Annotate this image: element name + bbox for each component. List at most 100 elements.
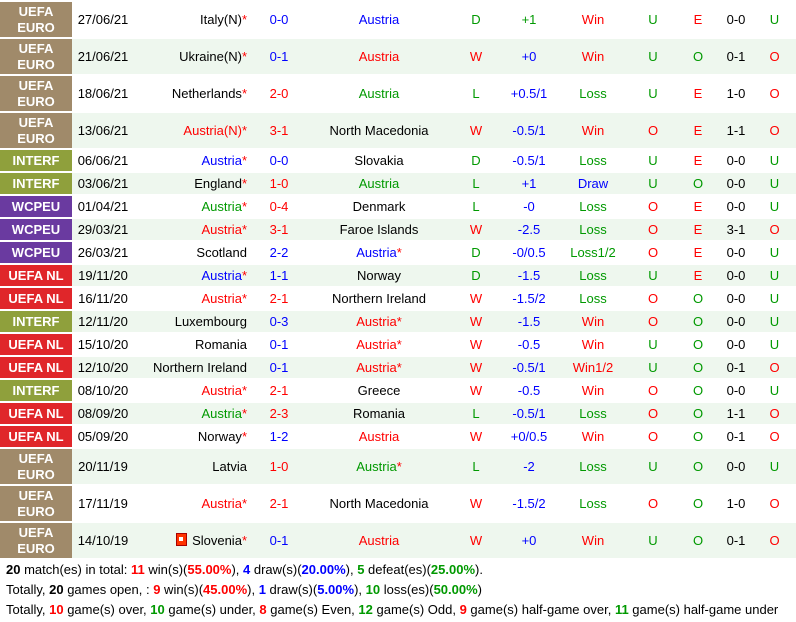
away-team-name: Austria: [356, 314, 397, 329]
over-under-text: O: [647, 314, 659, 329]
over-under: O: [629, 219, 677, 240]
competition-label: INTERF: [12, 175, 60, 191]
half-time-score: 0-1: [719, 426, 753, 447]
odd-even-text: O: [692, 533, 704, 548]
home-team-name: Austria: [201, 222, 242, 237]
match-date: 01/04/21: [72, 196, 134, 217]
half-over-under: O: [753, 486, 796, 521]
competition-label: WCPEU: [11, 244, 61, 260]
competition-badge: UEFA NL: [0, 288, 72, 309]
handicap-result: Loss: [557, 486, 629, 521]
match-date: 21/06/21: [72, 39, 134, 74]
handicap-result-text: Loss: [579, 268, 607, 283]
home-team-name: Latvia: [212, 459, 247, 474]
score-text: 0-1: [269, 337, 289, 352]
full-time-score: 2-1: [251, 486, 307, 521]
away-team: North Macedonia: [307, 113, 451, 148]
home-team: Ukraine(N)*: [134, 39, 251, 74]
half-over-under-text: O: [769, 222, 780, 237]
competition-badge: WCPEU: [0, 219, 72, 240]
match-row: UEFA EURO 14/10/19 Slovenia* 0-1 Austria W +0 W…: [0, 523, 796, 558]
home-team: Austria*: [134, 380, 251, 401]
handicap-result-text: Draw: [577, 176, 609, 191]
away-team-name: North Macedonia: [329, 496, 429, 511]
half-time-text: 0-0: [726, 176, 746, 191]
handicap: -0: [501, 196, 557, 217]
handicap-result: Loss: [557, 196, 629, 217]
away-team-name: Austria: [358, 12, 400, 27]
home-team: Norway*: [134, 426, 251, 447]
half-over-under: O: [753, 403, 796, 424]
half-time-score: 1-1: [719, 403, 753, 424]
full-time-score: 2-2: [251, 242, 307, 263]
handicap-result: Loss1/2: [557, 242, 629, 263]
half-time-text: 3-1: [726, 222, 746, 237]
summary-over-under: Totally, 10 game(s) over, 10 game(s) und…: [0, 600, 796, 620]
odd-even-text: O: [692, 459, 704, 474]
result-text: W: [469, 496, 483, 511]
odd-even-text: E: [693, 268, 703, 283]
half-time-text: 0-0: [726, 291, 746, 306]
date-text: 19/11/20: [78, 268, 128, 283]
handicap: +0: [501, 39, 557, 74]
match-date: 19/11/20: [72, 265, 134, 286]
half-time-score: 0-0: [719, 2, 753, 37]
handicap-text: +0/0.5: [510, 429, 548, 444]
result-text: L: [472, 406, 480, 421]
full-time-score: 0-0: [251, 2, 307, 37]
odd-even-text: E: [693, 153, 703, 168]
match-date: 08/10/20: [72, 380, 134, 401]
odd-even-text: E: [693, 12, 703, 27]
half-time-text: 1-1: [726, 406, 746, 421]
home-team-name: Austria: [201, 291, 242, 306]
handicap: -0.5/1: [501, 403, 557, 424]
win-count: 11: [131, 562, 145, 577]
handicap-text: -1.5/2: [512, 291, 546, 306]
odd-even: E: [677, 196, 719, 217]
summary-handicap: Totally, 20 games open, : 9 win(s)(45.00…: [0, 580, 796, 600]
home-team-name: Luxembourg: [174, 314, 247, 329]
result: L: [451, 173, 501, 194]
over-under-text: U: [648, 360, 658, 375]
favorite-marker: *: [241, 383, 247, 398]
competition-label: UEFA NL: [8, 290, 64, 306]
away-team-name: Austria: [358, 429, 400, 444]
competition-label: UEFA NL: [8, 359, 64, 375]
odd-even: O: [677, 173, 719, 194]
handicap-text: -0.5/1: [512, 406, 546, 421]
result-text: L: [472, 176, 480, 191]
competition-label: UEFA NL: [8, 267, 64, 283]
competition-label: UEFA NL: [8, 336, 64, 352]
away-team: Greece: [307, 380, 451, 401]
odd-even-text: O: [692, 496, 704, 511]
full-time-score: 1-1: [251, 265, 307, 286]
handicap-text: +0.5/1: [510, 86, 548, 101]
handicap-result-text: Win: [581, 12, 605, 27]
full-time-score: 0-0: [251, 150, 307, 171]
competition-label: UEFA EURO: [17, 524, 55, 556]
handicap-result-text: Loss: [579, 199, 607, 214]
half-time-text: 0-1: [726, 533, 746, 548]
handicap-result: Loss: [557, 150, 629, 171]
favorite-marker: *: [241, 268, 247, 283]
odd-even: E: [677, 219, 719, 240]
date-text: 03/06/21: [77, 176, 129, 191]
half-time-text: 0-0: [726, 245, 746, 260]
handicap-result: Win: [557, 426, 629, 447]
score-text: 0-1: [269, 533, 289, 548]
handicap-result: Win: [557, 113, 629, 148]
over-under-text: O: [647, 291, 659, 306]
away-team-name: Austria: [356, 245, 397, 260]
handicap: -0.5: [501, 380, 557, 401]
over-under-text: O: [647, 383, 659, 398]
result-text: W: [469, 123, 483, 138]
half-time-text: 0-1: [726, 429, 746, 444]
competition-badge: INTERF: [0, 150, 72, 171]
odd-even: E: [677, 113, 719, 148]
score-text: 2-1: [269, 291, 289, 306]
match-date: 08/09/20: [72, 403, 134, 424]
handicap-result-text: Win: [581, 533, 605, 548]
odd-even: O: [677, 426, 719, 447]
result: W: [451, 486, 501, 521]
competition-badge: UEFA EURO: [0, 76, 72, 111]
